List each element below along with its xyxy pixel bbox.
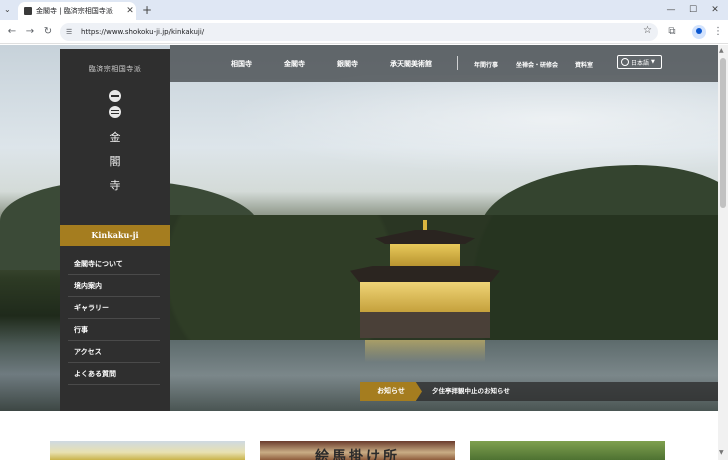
brand-bar: Kinkaku-ji <box>60 225 170 246</box>
reload-icon[interactable]: ↻ <box>40 24 56 40</box>
nav-link-kinkakuji[interactable]: 金閣寺 <box>284 59 305 69</box>
sidebar-item-gallery[interactable]: ギャラリー <box>68 297 160 319</box>
notice-bar: お知らせ 夕住亭拝観中止のお知らせ <box>360 382 718 401</box>
sidebar: 臨済宗相国寺派 金 閣 寺 Kinkaku-ji 金閣寺について 境内案内 ギャ… <box>60 49 170 411</box>
nav-link-archive[interactable]: 資料室 <box>575 60 593 69</box>
golden-pavilion <box>345 220 505 362</box>
pavilion-base <box>360 312 490 338</box>
pavilion-top-floor <box>390 244 460 266</box>
nav-link-zazen[interactable]: 坐禅会・研修会 <box>516 60 558 69</box>
nav-link-shokokuji[interactable]: 相国寺 <box>231 59 252 69</box>
pavilion-reflection <box>365 340 485 362</box>
tab-close-icon[interactable]: ✕ <box>124 6 136 16</box>
scroll-down-icon[interactable]: ▼ <box>719 449 724 456</box>
close-window-icon[interactable]: ✕ <box>708 3 722 17</box>
site-title-char[interactable]: 金 <box>60 129 170 145</box>
card-image[interactable] <box>50 441 245 460</box>
address-bar[interactable]: ☰ https://www.shokoku-ji.jp/kinkakuji/ ☆ <box>60 23 658 41</box>
sidebar-item-grounds[interactable]: 境内案内 <box>68 275 160 297</box>
minimize-icon[interactable]: — <box>664 3 678 17</box>
favicon-icon <box>24 7 32 15</box>
language-label: 日本語 <box>631 59 650 67</box>
nav-divider <box>457 56 458 70</box>
site-title-char[interactable]: 寺 <box>60 177 170 193</box>
card-image[interactable]: 絵馬掛け所 <box>260 441 455 460</box>
menu-icon[interactable]: ⋮ <box>710 24 726 40</box>
card-row: 絵馬掛け所 <box>0 411 718 460</box>
browser-tab-strip: ⌄ 金閣寺 | 臨済宗相国寺派 ✕ + — ☐ ✕ <box>0 0 728 20</box>
notice-label: お知らせ <box>360 382 422 401</box>
profile-icon[interactable] <box>692 25 706 39</box>
back-icon[interactable]: ← <box>4 24 20 40</box>
card-sign-text: 絵馬掛け所 <box>315 449 400 460</box>
url-text: https://www.shokoku-ji.jp/kinkakuji/ <box>81 28 205 36</box>
temple-crest-icon <box>109 90 121 102</box>
caret-down-icon: ▼ <box>651 59 655 65</box>
nav-link-annual-events[interactable]: 年間行事 <box>474 60 498 69</box>
card-image[interactable] <box>470 441 665 460</box>
language-selector[interactable]: 日本語 ▼ <box>617 55 662 69</box>
pavilion-roof <box>350 266 500 282</box>
page-scrollbar[interactable]: ▲ ▼ <box>718 45 728 460</box>
pavilion-middle-floor <box>360 282 490 312</box>
new-tab-button[interactable]: + <box>140 3 154 17</box>
notice-link[interactable]: 夕住亭拝観中止のお知らせ <box>432 382 510 401</box>
top-navigation: 相国寺 金閣寺 銀閣寺 承天閣美術館 年間行事 坐禅会・研修会 資料室 日本語 … <box>170 45 718 82</box>
star-icon[interactable]: ☆ <box>643 25 652 36</box>
sidebar-item-faq[interactable]: よくある質問 <box>68 363 160 385</box>
sidebar-item-about[interactable]: 金閣寺について <box>68 253 160 275</box>
browser-toolbar: ← → ↻ ☰ https://www.shokoku-ji.jp/kinkak… <box>0 20 728 44</box>
extensions-icon[interactable]: ⧉ <box>664 24 680 40</box>
nav-link-ginkakuji[interactable]: 銀閣寺 <box>337 59 358 69</box>
scrollbar-thumb[interactable] <box>720 58 726 208</box>
pavilion-roof <box>375 230 475 244</box>
scroll-up-icon[interactable]: ▲ <box>719 47 724 54</box>
nav-link-museum[interactable]: 承天閣美術館 <box>390 59 432 69</box>
browser-tab[interactable]: 金閣寺 | 臨済宗相国寺派 ✕ <box>18 2 136 20</box>
site-title-char[interactable]: 閣 <box>60 153 170 169</box>
forward-icon[interactable]: → <box>22 24 38 40</box>
sidebar-item-access[interactable]: アクセス <box>68 341 160 363</box>
tab-list-icon[interactable]: ⌄ <box>4 5 14 15</box>
temple-crest-icon <box>109 106 121 118</box>
tab-title: 金閣寺 | 臨済宗相国寺派 <box>36 7 113 15</box>
globe-icon <box>621 58 629 66</box>
site-info-icon[interactable]: ☰ <box>66 28 76 36</box>
sidebar-subtitle: 臨済宗相国寺派 <box>88 65 142 73</box>
maximize-icon[interactable]: ☐ <box>686 3 700 17</box>
sidebar-item-events[interactable]: 行事 <box>68 319 160 341</box>
